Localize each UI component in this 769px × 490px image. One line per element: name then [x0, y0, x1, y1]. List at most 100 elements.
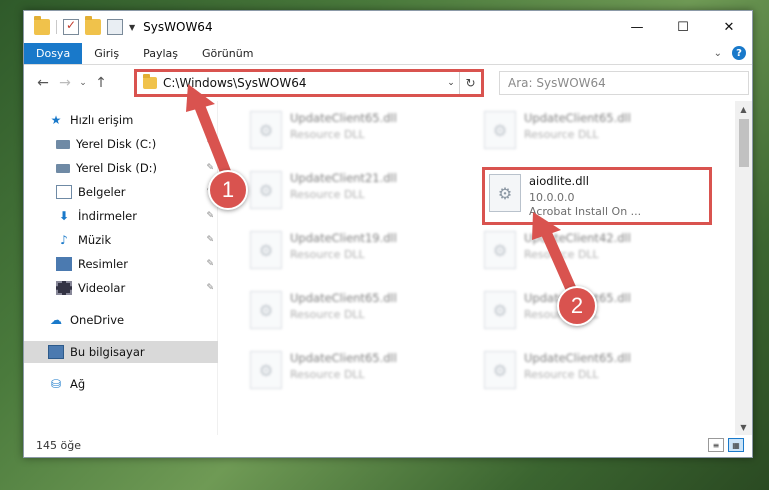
- expand-ribbon-icon[interactable]: ⌄: [714, 48, 722, 59]
- sidebar-item-label: İndirmeler: [78, 209, 137, 223]
- scroll-up-icon[interactable]: ▲: [735, 101, 752, 117]
- item-count: 145 öğe: [36, 438, 81, 452]
- tab-share[interactable]: Paylaş: [131, 43, 190, 64]
- sidebar-item-documents[interactable]: Belgeler ✎: [24, 181, 218, 203]
- file-item[interactable]: ⚙ UpdateClient65.dll Resource DLL: [480, 107, 710, 159]
- help-icon[interactable]: ?: [732, 46, 746, 60]
- dll-file-icon: ⚙: [250, 291, 282, 329]
- pin-icon[interactable]: ✎: [206, 163, 214, 173]
- file-name: UpdateClient21.dll: [290, 171, 397, 185]
- file-name: aiodlite.dll: [529, 174, 589, 188]
- sidebar-item-music[interactable]: ♪ Müzik ✎: [24, 229, 218, 251]
- quick-access-toolbar: ▼: [24, 16, 135, 35]
- folder-icon: [143, 74, 157, 89]
- maximize-button[interactable]: ☐: [660, 11, 706, 43]
- tiles-view-icon[interactable]: ▦: [728, 438, 744, 452]
- file-item[interactable]: ⚙ UpdateClient65.dll Resource DLL: [246, 347, 476, 399]
- file-name: UpdateClient65.dll: [290, 351, 397, 365]
- sidebar-item-quick-access[interactable]: ★ Hızlı erişim: [24, 109, 218, 131]
- refresh-button[interactable]: ↻: [459, 72, 481, 94]
- forward-button[interactable]: →: [54, 75, 76, 91]
- file-description: Resource DLL: [524, 368, 599, 381]
- file-item[interactable]: ⚙ UpdateClient65.dll Resource DLL: [246, 287, 476, 339]
- file-item[interactable]: ⚙ UpdateClient42.dll Resource DLL: [480, 227, 710, 279]
- divider: [56, 20, 57, 34]
- sidebar-item-label: Müzik: [78, 233, 112, 247]
- file-description: Resource DLL: [524, 128, 599, 141]
- vertical-scrollbar[interactable]: ▲ ▼: [735, 101, 752, 435]
- pin-icon[interactable]: ✎: [206, 235, 214, 245]
- pin-icon[interactable]: ✎: [206, 211, 214, 221]
- sidebar-item-downloads[interactable]: ⬇ İndirmeler ✎: [24, 205, 218, 227]
- ribbon-right-controls: ⌄ ?: [714, 46, 746, 60]
- network-icon: ⛁: [50, 377, 62, 391]
- pictures-icon: [56, 257, 72, 271]
- pin-icon[interactable]: ✎: [206, 259, 214, 269]
- sidebar-item-onedrive[interactable]: ☁ OneDrive: [24, 309, 218, 331]
- sidebar-item-pictures[interactable]: Resimler ✎: [24, 253, 218, 275]
- file-description: Resource DLL: [290, 188, 365, 201]
- tab-home[interactable]: Giriş: [82, 43, 131, 64]
- explorer-window: ▼ SysWOW64 — ☐ ✕ Dosya Giriş Paylaş Görü…: [23, 10, 753, 458]
- title-bar: ▼ SysWOW64 — ☐ ✕: [24, 11, 752, 43]
- download-icon: ⬇: [58, 209, 70, 223]
- computer-icon: [48, 345, 64, 359]
- sidebar-item-label: Ağ: [70, 377, 86, 391]
- sidebar-item-network[interactable]: ⛁ Ağ: [24, 373, 218, 395]
- folder-icon: [34, 16, 50, 35]
- sidebar-item-videos[interactable]: Videolar ✎: [24, 277, 218, 299]
- close-button[interactable]: ✕: [706, 11, 752, 43]
- dll-file-icon: ⚙: [484, 291, 516, 329]
- minimize-button[interactable]: —: [614, 11, 660, 43]
- properties-check-icon[interactable]: [63, 18, 79, 35]
- dll-file-icon: ⚙: [250, 351, 282, 389]
- sidebar-item-this-pc[interactable]: Bu bilgisayar: [24, 341, 218, 363]
- file-description: Resource DLL: [290, 308, 365, 321]
- drive-icon: [56, 163, 70, 173]
- file-name: UpdateClient42.dll: [524, 231, 631, 245]
- file-item[interactable]: ⚙ UpdateClient19.dll Resource DLL: [246, 227, 476, 279]
- tab-file[interactable]: Dosya: [24, 43, 83, 64]
- file-item[interactable]: ⚙ UpdateClient21.dll Resource DLL: [246, 167, 476, 219]
- file-item[interactable]: ⚙ UpdateClient65.dll Resource DLL: [480, 347, 710, 399]
- view-buttons: ≡ ▦: [708, 438, 744, 452]
- dll-file-icon: ⚙: [484, 111, 516, 149]
- pin-icon[interactable]: ✎: [206, 139, 214, 149]
- sidebar-item-label: Belgeler: [78, 185, 126, 199]
- file-description: Resource DLL: [290, 368, 365, 381]
- file-name: UpdateClient65.dll: [524, 111, 631, 125]
- search-input[interactable]: Ara: SysWOW64: [499, 71, 749, 95]
- dll-file-icon: ⚙: [484, 231, 516, 269]
- file-description: Resource DLL: [524, 248, 599, 261]
- pin-icon[interactable]: ✎: [206, 283, 214, 293]
- ribbon-tabs: Dosya Giriş Paylaş Görünüm ⌄ ?: [24, 43, 752, 65]
- tab-view[interactable]: Görünüm: [190, 43, 265, 64]
- address-bar[interactable]: C:\Windows\SysWOW64 ⌄ ↻: [134, 69, 484, 97]
- toolbar-dropdown-icon[interactable]: ▼: [129, 23, 135, 32]
- file-description: Resource DLL: [290, 248, 365, 261]
- details-view-icon[interactable]: ≡: [708, 438, 724, 452]
- dll-file-icon: ⚙: [484, 351, 516, 389]
- address-path[interactable]: C:\Windows\SysWOW64: [163, 76, 443, 90]
- sidebar-item-local-disk-c[interactable]: Yerel Disk (C:) ✎: [24, 133, 218, 155]
- scroll-thumb[interactable]: [739, 119, 749, 167]
- customize-icon[interactable]: [107, 19, 123, 35]
- back-button[interactable]: ←: [32, 75, 54, 91]
- new-folder-icon[interactable]: [85, 16, 101, 35]
- address-row: ← → ⌄ ↑ C:\Windows\SysWOW64 ⌄ ↻ Ara: Sys…: [24, 65, 752, 101]
- documents-icon: [56, 185, 72, 199]
- sidebar-item-local-disk-d[interactable]: Yerel Disk (D:) ✎: [24, 157, 218, 179]
- file-item[interactable]: ⚙ UpdateClient65.dll Resource DLL: [246, 107, 476, 159]
- window-title: SysWOW64: [143, 20, 213, 34]
- file-item-aiodlite[interactable]: ⚙ aiodlite.dll 10.0.0.0 Acrobat Install …: [482, 167, 712, 225]
- window-controls: — ☐ ✕: [614, 11, 752, 43]
- up-button[interactable]: ↑: [90, 75, 112, 91]
- dll-file-icon: ⚙: [489, 174, 521, 212]
- file-name: UpdateClient65.dll: [524, 351, 631, 365]
- recent-locations-button[interactable]: ⌄: [76, 78, 90, 88]
- music-icon: ♪: [60, 233, 68, 247]
- address-dropdown-icon[interactable]: ⌄: [443, 78, 459, 88]
- cloud-icon: ☁: [50, 313, 62, 327]
- sidebar-item-label: Resimler: [78, 257, 128, 271]
- file-version: 10.0.0.0: [529, 191, 575, 204]
